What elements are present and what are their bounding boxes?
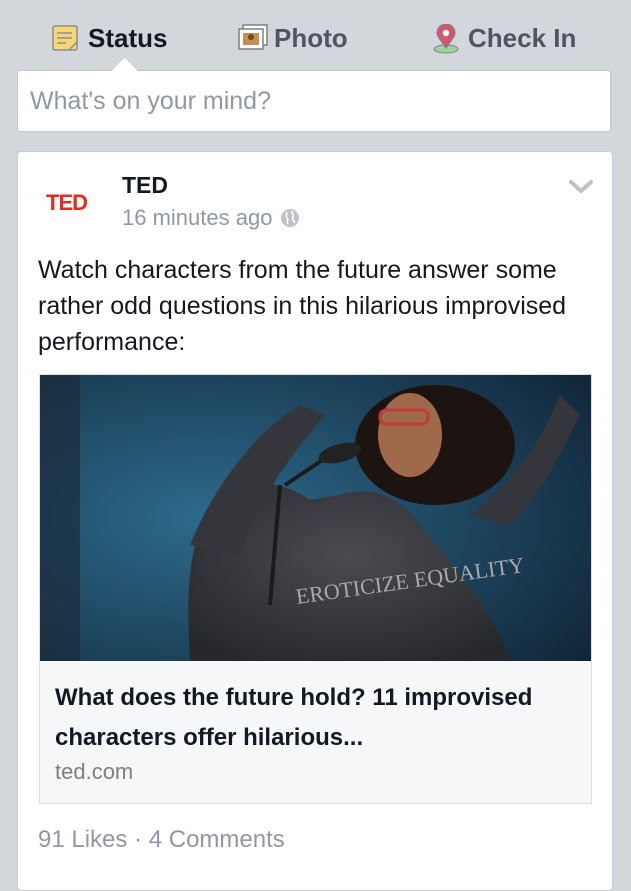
composer-tabs: Status Photo Check In (0, 0, 631, 70)
post-counts: 91 Likes · 4 Comments (38, 826, 285, 854)
post-timestamp[interactable]: 16 minutes ago (122, 205, 272, 231)
tab-photo-label: Photo (274, 22, 348, 53)
status-note-icon (52, 24, 78, 52)
comments-count[interactable]: 4 Comments (149, 826, 285, 853)
link-preview-image[interactable]: EROTICIZE EQUALITY (40, 375, 591, 661)
likes-count[interactable]: 91 Likes (38, 826, 127, 853)
link-title[interactable]: What does the future hold? 11 improvised… (55, 678, 575, 758)
post-text: Watch characters from the future answer … (38, 256, 567, 356)
news-feed-post: TED TED 16 minutes ago Watch characters … (17, 151, 613, 891)
photo-icon (238, 24, 268, 52)
tab-status-label: Status (88, 22, 168, 53)
link-preview-card[interactable]: EROTICIZE EQUALITY What does the future … (39, 374, 592, 804)
tab-check-in-label: Check In (468, 22, 577, 53)
tab-check-in[interactable]: Check In (432, 18, 576, 58)
chevron-down-icon[interactable] (568, 178, 594, 196)
location-pin-icon (432, 23, 459, 54)
tab-photo[interactable]: Photo (238, 18, 348, 58)
status-input[interactable] (18, 71, 610, 131)
tab-status[interactable]: Status (52, 18, 167, 58)
post-author[interactable]: TED (122, 172, 168, 199)
status-input-box (17, 70, 611, 132)
globe-icon (281, 209, 300, 227)
link-domain: ted.com (55, 759, 134, 784)
post-meta: 16 minutes ago (122, 205, 300, 231)
ted-logo[interactable]: TED (46, 190, 88, 216)
count-separator: · (134, 826, 143, 853)
